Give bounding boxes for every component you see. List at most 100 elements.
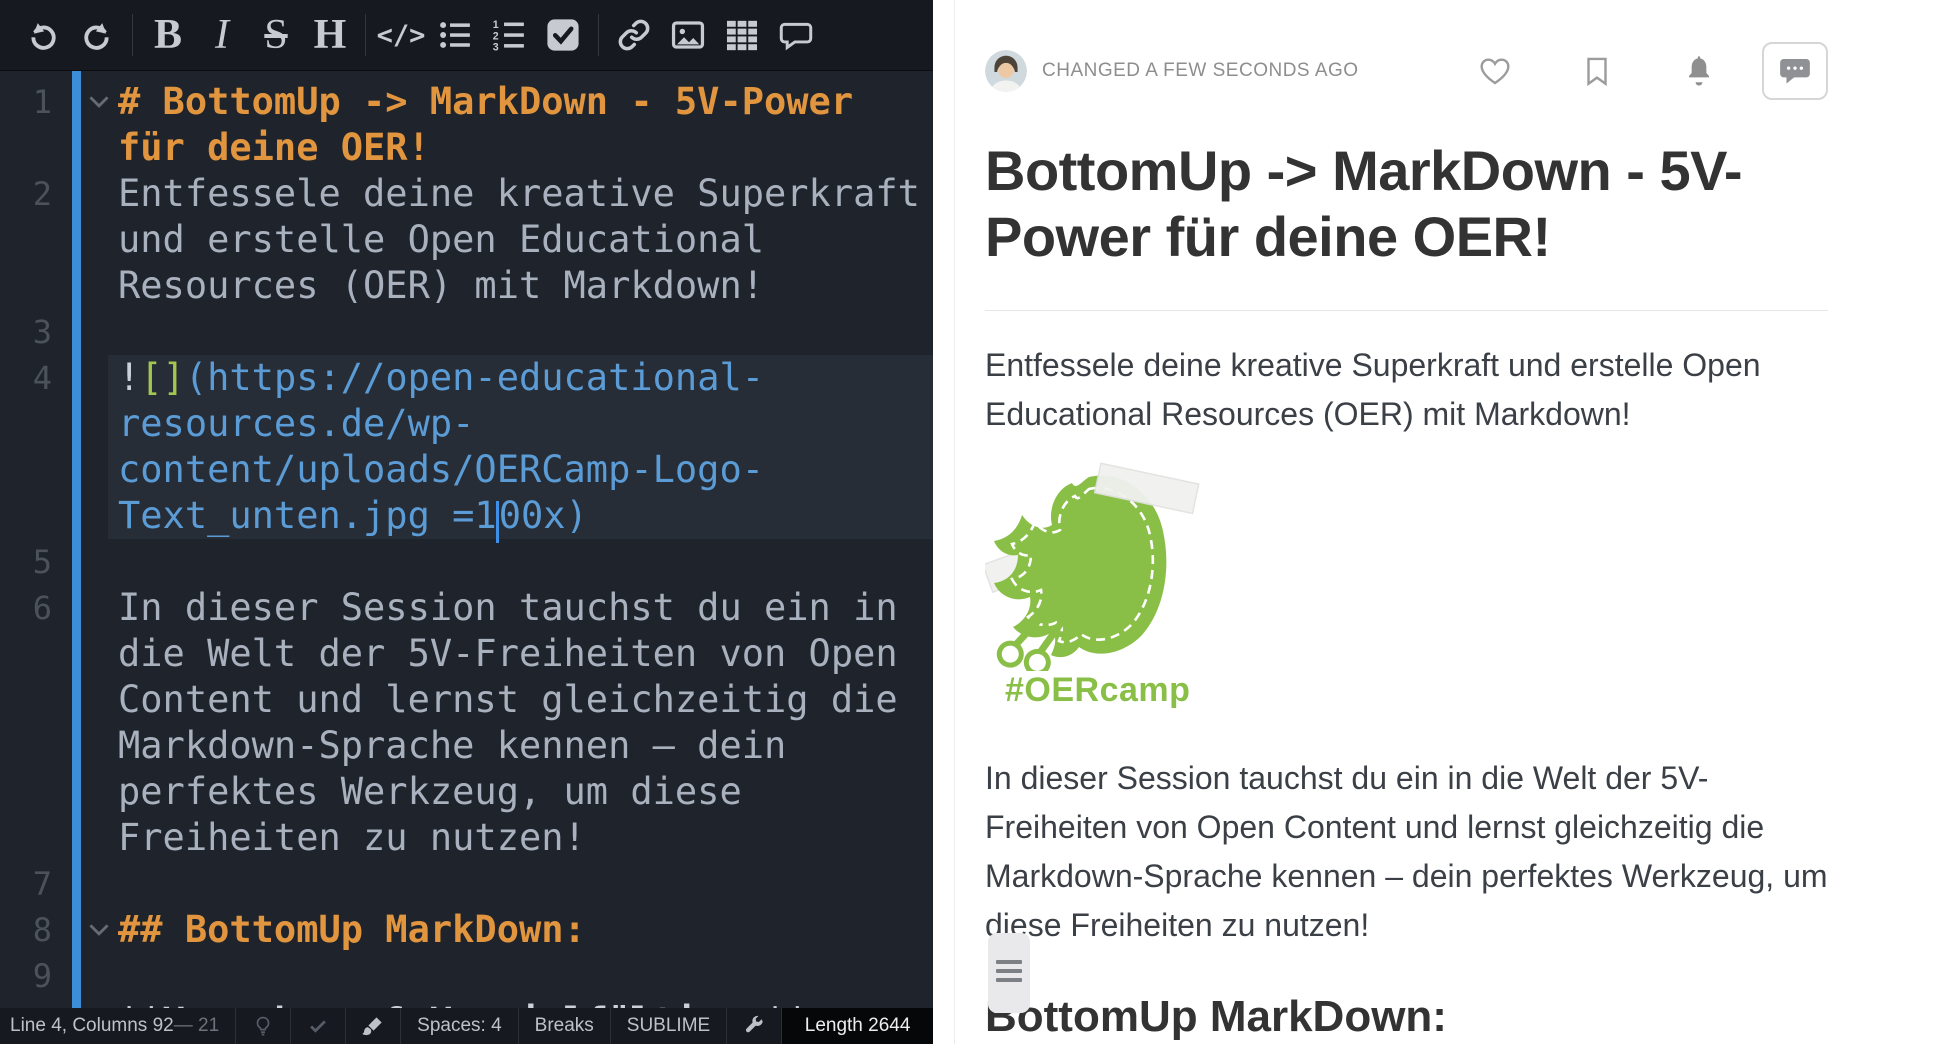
- split-drag-handle[interactable]: [988, 933, 1030, 1013]
- fold-column: [52, 539, 118, 585]
- image-icon: [671, 18, 705, 52]
- fold-column: [52, 309, 118, 355]
- toolbar-code-button[interactable]: </>: [374, 9, 428, 61]
- drag-handle-bar: [996, 978, 1022, 982]
- bookmark-icon[interactable]: [1580, 54, 1614, 88]
- toolbar-bullet-list-button[interactable]: [428, 9, 482, 61]
- line-text[interactable]: [118, 861, 933, 907]
- line-text[interactable]: **Verwahren & Vervielfältigen**: [118, 999, 933, 1008]
- svg-text:3: 3: [493, 42, 499, 52]
- session-paragraph: In dieser Session tauchst du ein in die …: [985, 754, 1828, 950]
- editor-line-1[interactable]: 1# BottomUp -> MarkDown - 5V-Power für d…: [0, 79, 933, 171]
- statusbar-spellcheck[interactable]: [290, 1008, 345, 1044]
- editor-line-9[interactable]: 9: [0, 953, 933, 999]
- line-text[interactable]: [118, 953, 933, 999]
- statusbar-label: Line 4, Columns 92: [10, 1015, 174, 1037]
- code-icon: </>: [377, 22, 426, 49]
- editor-line-10[interactable]: 10 **Verwahren & Vervielfältigen**: [0, 999, 933, 1008]
- statusbar-keymap-setting[interactable]: SUBLIME: [610, 1008, 726, 1044]
- toolbar-group: </> 123: [374, 9, 590, 61]
- heading-icon: H: [314, 14, 347, 56]
- toolbar-link-button[interactable]: [607, 9, 661, 61]
- section-heading: BottomUp MarkDown:: [985, 990, 1828, 1044]
- editor-line-6[interactable]: 6 In dieser Session tauchst du ein in die…: [0, 585, 933, 861]
- wrench-icon: [743, 1015, 765, 1037]
- line-text[interactable]: # BottomUp -> MarkDown - 5V-Power für de…: [118, 79, 933, 171]
- editor-line-3[interactable]: 3: [0, 309, 933, 355]
- check-list-icon: [546, 18, 580, 52]
- editor-body[interactable]: 1# BottomUp -> MarkDown - 5V-Power für d…: [0, 71, 933, 1008]
- toolbar-heading-button[interactable]: H: [303, 9, 357, 61]
- toolbar-undo-button[interactable]: [16, 9, 70, 61]
- line-number: 5: [0, 539, 52, 585]
- editor-line-2[interactable]: 2 Entfessele deine kreative Superkraft un…: [0, 171, 933, 309]
- oercamp-flame-image: [985, 459, 1200, 671]
- fold-column: [52, 861, 118, 907]
- author-avatar[interactable]: [985, 50, 1027, 92]
- markdown-editor-pane: BISH </> 123 1# BottomUp -> MarkDown - 5V-…: [0, 0, 933, 1044]
- table-icon: [725, 18, 759, 52]
- redo-icon: [80, 18, 114, 52]
- line-number: 10: [0, 999, 52, 1008]
- toolbar-table-button[interactable]: [715, 9, 769, 61]
- toolbar-separator: [598, 14, 599, 56]
- editor-toolbar: BISH </> 123: [0, 0, 933, 71]
- editor-line-5[interactable]: 5: [0, 539, 933, 585]
- drag-handle-bar: [996, 969, 1022, 973]
- line-text[interactable]: ## BottomUp MarkDown:: [118, 907, 933, 953]
- statusbar-preferences[interactable]: [726, 1008, 781, 1044]
- preview-header: CHANGED A FEW SECONDS AGO: [985, 46, 1828, 96]
- document-title: BottomUp -> MarkDown - 5V-Power für dein…: [985, 138, 1828, 270]
- editor-line-8[interactable]: 8## BottomUp MarkDown:: [0, 907, 933, 953]
- toolbar-separator: [365, 14, 366, 56]
- italic-icon: I: [215, 14, 229, 56]
- statusbar-indent-setting[interactable]: Spaces: 4: [400, 1008, 518, 1044]
- avatar-image: [985, 50, 1027, 92]
- toolbar-image-button[interactable]: [661, 9, 715, 61]
- toolbar-comment-button[interactable]: [769, 9, 823, 61]
- title-divider: [985, 310, 1828, 311]
- line-number: 6: [0, 585, 52, 631]
- comment-bubble-icon: [1778, 54, 1812, 88]
- toolbar-italic-button[interactable]: I: [195, 9, 249, 61]
- fold-column: [52, 953, 118, 999]
- toolbar-separator: [132, 14, 133, 56]
- statusbar-hint[interactable]: [235, 1008, 290, 1044]
- statusbar-cursor-position[interactable]: Line 4, Columns 92 — 21: [0, 1008, 235, 1044]
- line-text[interactable]: Entfessele deine kreative Superkraft und…: [118, 171, 933, 309]
- editor-token: # BottomUp -> MarkDown - 5V-Power für de…: [118, 80, 875, 169]
- line-text[interactable]: ![](https://open-educational-resources.d…: [118, 355, 933, 539]
- notification-bell-icon[interactable]: [1682, 54, 1716, 88]
- undo-icon: [26, 18, 60, 52]
- editor-token: (https://open-educational-resources.de/w…: [118, 356, 764, 537]
- line-number: 9: [0, 953, 52, 999]
- bullet-list-icon: [438, 18, 472, 52]
- statusbar-label: SUBLIME: [627, 1015, 710, 1037]
- toolbar-check-list-button[interactable]: [536, 9, 590, 61]
- toolbar-group: [607, 9, 823, 61]
- split-divider[interactable]: [933, 0, 955, 1044]
- line-text[interactable]: [118, 309, 933, 355]
- line-text[interactable]: [118, 539, 933, 585]
- fold-toggle[interactable]: [52, 907, 118, 953]
- fold-toggle[interactable]: [52, 79, 118, 125]
- fold-column: [52, 171, 118, 217]
- editor-token: **Verwahren & Vervielfältigen**: [118, 1000, 809, 1008]
- toolbar-redo-button[interactable]: [70, 9, 124, 61]
- statusbar-linebreak-setting[interactable]: Breaks: [518, 1008, 610, 1044]
- comments-button[interactable]: [1762, 42, 1828, 100]
- oercamp-logo: #OERcamp: [985, 459, 1200, 710]
- toolbar-ordered-list-button[interactable]: 123: [482, 9, 536, 61]
- like-heart-icon[interactable]: [1478, 54, 1512, 88]
- line-text[interactable]: In dieser Session tauchst du ein in die …: [118, 585, 933, 861]
- toolbar-bold-button[interactable]: B: [141, 9, 195, 61]
- editor-line-4[interactable]: 4![](https://open-educational-resources.…: [0, 355, 933, 539]
- statusbar-doc-length[interactable]: Length 2644: [781, 1008, 933, 1044]
- check-icon: [307, 1015, 329, 1037]
- line-number: 2: [0, 171, 52, 217]
- statusbar-label: Length 2644: [805, 1015, 911, 1037]
- editor-line-7[interactable]: 7: [0, 861, 933, 907]
- statusbar-theme-brush[interactable]: [345, 1008, 400, 1044]
- fold-column: [52, 999, 118, 1008]
- toolbar-strikethrough-button[interactable]: S: [249, 9, 303, 61]
